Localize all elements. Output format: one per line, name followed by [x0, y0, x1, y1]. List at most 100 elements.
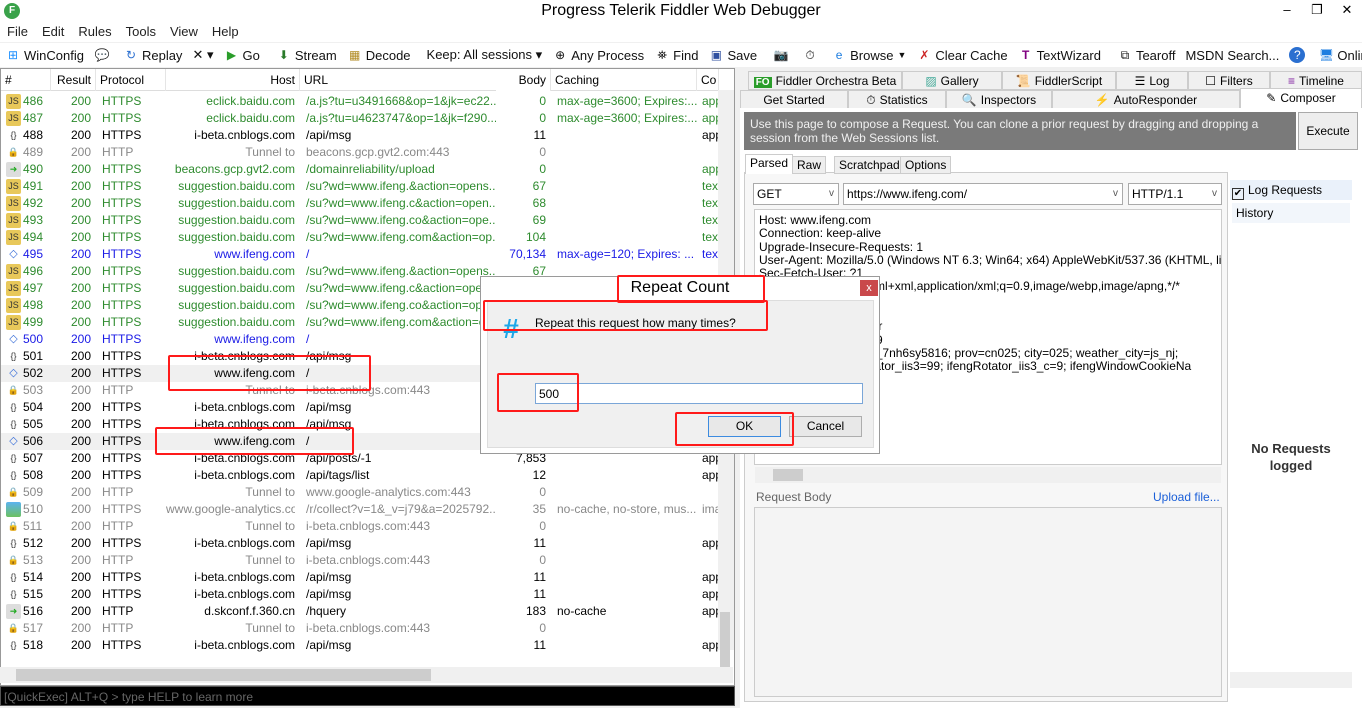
- screenshot-button[interactable]: 📷: [768, 47, 797, 63]
- column-header-protocol[interactable]: Protocol: [96, 69, 166, 91]
- http-version-select[interactable]: HTTP/1.1 v: [1128, 183, 1222, 205]
- method-select[interactable]: GET v: [753, 183, 839, 205]
- upload-file-link[interactable]: Upload file...: [1153, 490, 1220, 504]
- textwizard-button[interactable]: T TextWizard: [1013, 47, 1106, 63]
- table-row[interactable]: {} 512 200 HTTPS i-beta.cnblogs.com/api/msg 1…: [1, 535, 719, 552]
- tab-statistics[interactable]: ⏱ Statistics: [848, 90, 946, 109]
- annotation-box-row-506: [155, 427, 354, 455]
- tab-label: Fiddler Orchestra Beta: [775, 74, 897, 88]
- subtab-parsed[interactable]: Parsed: [745, 154, 794, 174]
- cell-protocol: HTTPS: [102, 570, 142, 584]
- chevron-down-icon[interactable]: ▼: [897, 50, 906, 60]
- table-row[interactable]: {} 518 200 HTTPS i-beta.cnblogs.com/api/msg 1…: [1, 637, 719, 654]
- tab-inspectors[interactable]: 🔍 Inspectors: [946, 90, 1052, 109]
- cancel-button[interactable]: Cancel: [789, 416, 862, 437]
- msdn-search-input[interactable]: MSDN Search...: [1180, 47, 1285, 63]
- headers-horizontal-scrollbar[interactable]: [755, 467, 1221, 483]
- table-row[interactable]: {} 508 200 HTTPS i-beta.cnblogs.com/api/tags…: [1, 467, 719, 484]
- save-button[interactable]: ▣ Save: [703, 47, 762, 63]
- menu-help[interactable]: Help: [205, 22, 246, 42]
- dialog-close-button[interactable]: x: [860, 280, 878, 296]
- subtab-scratchpad[interactable]: Scratchpad: [834, 156, 905, 174]
- log-requests-checkbox[interactable]: ✔ Log Requests: [1230, 180, 1352, 200]
- tab-fiddler-orchestra[interactable]: FO Fiddler Orchestra Beta: [748, 71, 902, 90]
- tab-fiddlerscript[interactable]: 📜 FiddlerScript: [1002, 71, 1116, 90]
- timer-button[interactable]: ⏱: [797, 47, 826, 63]
- keep-sessions-dropdown[interactable]: Keep: All sessions ▾: [422, 47, 548, 63]
- save-icon: ▣: [710, 48, 723, 62]
- menu-tools[interactable]: Tools: [119, 22, 163, 42]
- remove-button[interactable]: ✕ ▾: [187, 47, 218, 63]
- checkbox-icon: ☐: [1205, 74, 1217, 88]
- history-scrollbar[interactable]: [1230, 672, 1352, 688]
- subtab-raw[interactable]: Raw: [792, 156, 827, 174]
- menu-view[interactable]: View: [163, 22, 205, 42]
- cell-url: /su?wd=www.ifeng.com&action=op...: [306, 230, 496, 244]
- tearoff-button[interactable]: ⧉ Tearoff: [1112, 47, 1181, 63]
- table-row[interactable]: {} 515 200 HTTPS i-beta.cnblogs.com/api/msg 1…: [1, 586, 719, 603]
- tab-log[interactable]: ☰ Log: [1116, 71, 1188, 90]
- cell-protocol: HTTPS: [102, 502, 142, 516]
- tab-autoresponder[interactable]: ⚡ AutoResponder: [1052, 90, 1240, 109]
- any-process-button[interactable]: ⊕ Any Process: [547, 47, 649, 63]
- table-row[interactable]: JS 493 200 HTTPS suggestion.baidu.com/su?wd=…: [1, 212, 719, 229]
- table-row[interactable]: 🔒 489 200 HTTP Tunnel to beacons.gcp.gvt2.com…: [1, 144, 719, 161]
- tab-composer[interactable]: ✎ Composer: [1240, 88, 1362, 110]
- table-row[interactable]: {} 514 200 HTTPS i-beta.cnblogs.com/api/msg 1…: [1, 569, 719, 586]
- table-row[interactable]: 🔒 513 200 HTTP Tunnel to i-beta.cnblogs.com:4…: [1, 552, 719, 569]
- column-header-result[interactable]: Result: [51, 69, 96, 91]
- table-row[interactable]: 🔒 511 200 HTTP Tunnel to i-beta.cnblogs.com:4…: [1, 518, 719, 535]
- repeat-count-input[interactable]: [535, 383, 863, 404]
- column-header-caching[interactable]: Caching: [551, 69, 697, 91]
- help-button[interactable]: ?: [1284, 47, 1313, 63]
- column-header-host[interactable]: Host: [166, 69, 300, 91]
- cell-host: i-beta.cnblogs.com: [194, 638, 295, 652]
- lock-icon: 🔒: [7, 623, 20, 633]
- table-row[interactable]: 510 200 HTTPS www.google-analytics.com/r/co…: [1, 501, 719, 518]
- execute-button[interactable]: Execute: [1298, 112, 1358, 150]
- horizontal-scrollbar-thumb[interactable]: [16, 669, 431, 681]
- table-row[interactable]: JS 491 200 HTTPS suggestion.baidu.com/su?wd=…: [1, 178, 719, 195]
- lock-icon: 🔒: [7, 385, 20, 395]
- subtab-options[interactable]: Options: [900, 156, 952, 174]
- column-header-body[interactable]: Body: [496, 69, 551, 91]
- url-input[interactable]: https://www.ifeng.com/v: [843, 183, 1123, 205]
- table-row[interactable]: {} 488 200 HTTPS i-beta.cnblogs.com/api/msg 1…: [1, 127, 719, 144]
- column-header-content-type[interactable]: Co: [697, 69, 719, 91]
- comment-button[interactable]: 💬: [89, 47, 118, 63]
- maximize-button[interactable]: ❐: [1302, 0, 1332, 20]
- table-row[interactable]: JS 492 200 HTTPS suggestion.baidu.com/su?wd=…: [1, 195, 719, 212]
- table-row[interactable]: ➜ 516 200 HTTP d.skconf.f.360.cn/hquery 183 no…: [1, 603, 719, 620]
- vertical-scrollbar-thumb[interactable]: [720, 612, 730, 672]
- table-row[interactable]: JS 494 200 HTTPS suggestion.baidu.com/su?wd=…: [1, 229, 719, 246]
- table-row[interactable]: JS 486 200 HTTPS eclick.baidu.com/a.js?tu=u3…: [1, 93, 719, 110]
- request-body-textarea[interactable]: [754, 507, 1222, 697]
- table-row[interactable]: ➜ 490 200 HTTPS beacons.gcp.gvt2.com/domainr…: [1, 161, 719, 178]
- menu-edit[interactable]: Edit: [35, 22, 71, 42]
- winconfig-button[interactable]: ⊞ WinConfig: [0, 47, 89, 63]
- browse-button[interactable]: e Browse ▼: [826, 47, 911, 63]
- tab-gallery[interactable]: ▨ Gallery: [902, 71, 1002, 90]
- go-button[interactable]: ▶ Go: [218, 47, 264, 63]
- quickexec-input[interactable]: [QuickExec] ALT+Q > type HELP to learn m…: [0, 686, 735, 706]
- cell-result: 200: [70, 621, 91, 635]
- find-button[interactable]: ⛯ Find: [649, 47, 703, 63]
- table-row[interactable]: 🔒 509 200 HTTP Tunnel to www.google-analytics…: [1, 484, 719, 501]
- replay-button[interactable]: ↻ Replay: [118, 47, 187, 63]
- cell-id: 501: [23, 349, 44, 363]
- table-row[interactable]: ◇ 495 200 HTTPS www.ifeng.com / 70,134 max-age=…: [1, 246, 719, 263]
- js-icon: JS: [6, 111, 21, 126]
- close-button[interactable]: ✕: [1332, 0, 1362, 20]
- menu-file[interactable]: File: [0, 22, 35, 42]
- column-header-number[interactable]: #: [1, 69, 51, 91]
- table-row[interactable]: 🔒 517 200 HTTP Tunnel to i-beta.cnblogs.com:4…: [1, 620, 719, 637]
- clear-cache-button[interactable]: ✗ Clear Cache: [911, 47, 1012, 63]
- menu-rules[interactable]: Rules: [71, 22, 118, 42]
- table-row[interactable]: JS 487 200 HTTPS eclick.baidu.com/a.js?tu=u4…: [1, 110, 719, 127]
- minimize-button[interactable]: ‒: [1272, 0, 1302, 20]
- online-button[interactable]: 🖥Online: [1313, 47, 1362, 63]
- decode-button[interactable]: ▦ Decode: [342, 47, 416, 63]
- tab-get-started[interactable]: Get Started: [740, 90, 848, 109]
- headers-scrollbar-thumb[interactable]: [773, 469, 803, 481]
- stream-button[interactable]: ⬇ Stream: [271, 47, 342, 63]
